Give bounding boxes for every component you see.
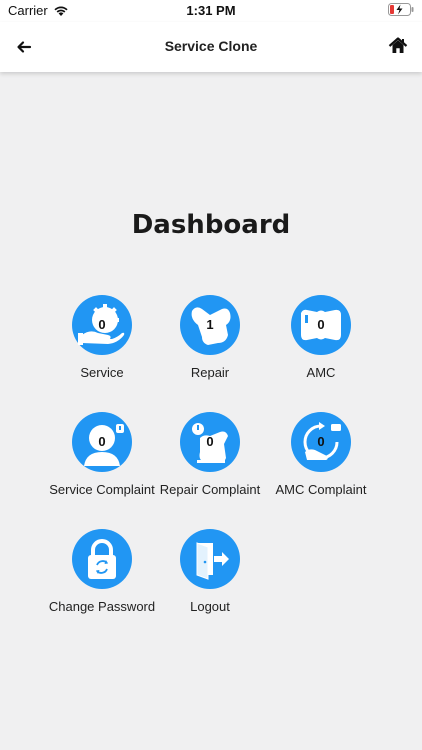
home-button[interactable] <box>388 36 408 56</box>
service-tile[interactable]: 0 Service <box>42 295 162 395</box>
change-password-tile[interactable]: Change Password <box>42 529 162 629</box>
status-right <box>388 3 414 19</box>
repair-circle: 1 <box>180 295 240 355</box>
lock-icon <box>88 539 116 579</box>
battery-charging-icon <box>388 3 414 16</box>
service-label: Service <box>80 365 124 380</box>
amc-complaint-circle: 0 <box>291 412 351 472</box>
repair-complaint-label: Repair Complaint <box>159 482 261 497</box>
service-complaint-tile[interactable]: 0 Service Complaint <box>42 412 162 512</box>
status-bar: Carrier 1:31 PM <box>0 0 422 22</box>
repair-count: 1 <box>206 317 214 332</box>
repair-complaint-count: 0 <box>206 434 214 449</box>
home-icon <box>388 37 408 53</box>
amc-circle: 0 <box>291 295 351 355</box>
amc-complaint-label: AMC Complaint <box>275 482 367 497</box>
service-complaint-label: Service Complaint <box>49 482 155 497</box>
repair-label: Repair <box>190 365 230 380</box>
change-password-circle <box>72 529 132 589</box>
page-title: Service Clone <box>164 38 258 54</box>
logout-door-icon <box>196 542 229 580</box>
repair-complaint-circle: 0 <box>180 412 240 472</box>
logout-tile[interactable]: Logout <box>150 529 270 629</box>
amc-complaint-count: 0 <box>317 434 325 449</box>
amc-tile[interactable]: 0 AMC <box>261 295 381 395</box>
repair-tile[interactable]: 1 Repair <box>150 295 270 395</box>
service-complaint-circle: 0 <box>72 412 132 472</box>
status-time: 1:31 PM <box>186 3 236 18</box>
change-password-label: Change Password <box>48 599 156 614</box>
service-circle: 0 <box>72 295 132 355</box>
amc-complaint-tile[interactable]: 0 AMC Complaint <box>261 412 381 512</box>
logout-circle <box>180 529 240 589</box>
amc-count: 0 <box>317 317 325 332</box>
nav-bar: Service Clone <box>0 22 422 72</box>
logout-label: Logout <box>190 599 230 614</box>
repair-complaint-tile[interactable]: 0 Repair Complaint <box>150 412 270 512</box>
amc-label: AMC <box>306 365 336 380</box>
service-count: 0 <box>98 317 106 332</box>
service-complaint-count: 0 <box>98 434 106 449</box>
dashboard-title: Dashboard <box>131 210 291 240</box>
